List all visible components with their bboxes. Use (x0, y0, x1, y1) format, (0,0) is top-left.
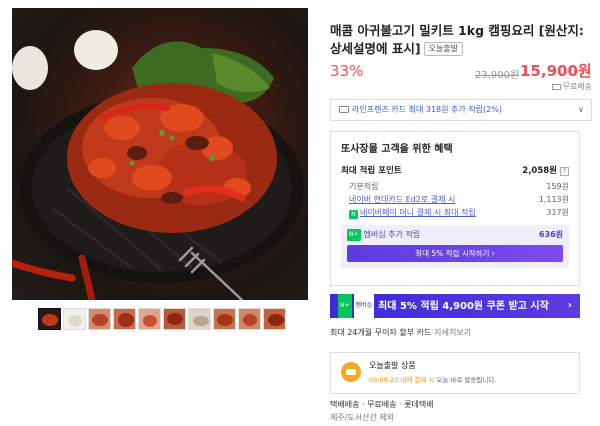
delivery-title: 오늘출발 상품 (369, 361, 416, 370)
thumbnail[interactable] (113, 308, 136, 330)
membership-box: N+ 멤버십 추가 적립 636원 최대 5% 적립 시작하기 › (341, 225, 569, 268)
countdown-time: 03:08:23 내에 결제 시 (369, 376, 435, 384)
thumbnail[interactable] (138, 308, 161, 330)
coupon-text: 최대 5% 적립 4,900원 쿠폰 받고 시작 (378, 301, 549, 312)
details-link[interactable]: 자세히보기 (434, 328, 471, 337)
original-price: 23,900원 (475, 70, 520, 81)
chevron-down-icon[interactable]: ∨ (578, 100, 584, 120)
thumbnail[interactable] (63, 308, 86, 330)
benefit-row: 네이버 현대카드 Ed2로 결제 시 1,113원 (341, 193, 569, 206)
membership-start-button[interactable]: 최대 5% 적립 시작하기 › (347, 245, 563, 262)
max-points-row: 최대 적립 포인트 2,058원? (341, 165, 569, 178)
benefit-row-value: 317원 (546, 208, 569, 217)
card-benefit-bar[interactable]: 라인프렌즈 카드 최대 318원 추가 적립(2%) ∨ (330, 99, 592, 121)
thumbnail[interactable] (213, 308, 236, 330)
membership-tag: 멤버십 (353, 294, 375, 318)
benefit-row: N 네이버페이 머니 결제 시 최대 적립 317원 (341, 206, 569, 219)
shipping-label: 무료배송 (551, 81, 592, 92)
thumbnail[interactable] (163, 308, 186, 330)
installment-info: 최대 24개월 무이자 할부 카드 자세히보기 (330, 327, 471, 338)
product-title: 매콤 아귀불고기 밀키트 1kg 캠핑요리 [원산지:상세설명에 표시] 오늘출발 (330, 22, 592, 58)
membership-coupon-banner[interactable]: N+ 멤버십 최대 5% 적립 4,900원 쿠폰 받고 시작 › (330, 294, 580, 318)
thumbnail[interactable] (263, 308, 286, 330)
max-points-value: 2,058원? (522, 165, 569, 178)
product-main-image[interactable] (12, 8, 308, 300)
thumbnail[interactable] (38, 308, 61, 330)
today-ship-chip: 오늘출발 (423, 42, 464, 56)
benefit-row-value: 1,113원 (538, 195, 569, 204)
benefit-title: 또사장몰 고객을 위한 혜택 (341, 144, 453, 155)
max-points-label: 최대 적립 포인트 (341, 166, 402, 176)
benefit-row-label: 기본적립 (349, 182, 379, 191)
thumbnail[interactable] (238, 308, 261, 330)
shipping-exclusion: 제주/도서산간 제외 (330, 413, 395, 422)
membership-label: 멤버십 추가 적립 (363, 230, 421, 239)
thumbnail-strip (38, 308, 286, 330)
shipping-method: 택배배송 · 무료배송 · 롯데택배 (330, 400, 434, 409)
naverpay-icon: N (349, 210, 358, 219)
help-icon[interactable]: ? (560, 167, 569, 176)
food-illustration (12, 30, 304, 300)
sale-price: 15,900원 (520, 62, 592, 80)
membership-badge: N+ (347, 229, 361, 241)
delivery-rest: 오늘 바로 발송됩니다. (436, 376, 497, 384)
thumbnail[interactable] (88, 308, 111, 330)
delivery-subtext: 03:08:23 내에 결제 시 오늘 바로 발송됩니다. (369, 374, 496, 384)
benefit-box: 또사장몰 고객을 위한 혜택 최대 적립 포인트 2,058원? 기본적립 15… (330, 131, 580, 286)
max-points-amount: 2,058원 (522, 166, 557, 176)
naver-plus-badge: N+ (338, 294, 352, 318)
discount-rate: 33% (330, 62, 364, 80)
benefit-row-value: 159원 (546, 182, 569, 191)
naverpay-money-link[interactable]: 네이버페이 머니 결제 시 최대 적립 (360, 208, 476, 217)
thumbnail[interactable] (188, 308, 211, 330)
card-benefit-text: 라인프렌즈 카드 최대 318원 추가 적립(2%) (352, 105, 502, 114)
hyundai-card-link[interactable]: 네이버 현대카드 Ed2로 결제 시 (349, 195, 455, 204)
delivery-truck-icon (341, 362, 361, 382)
installment-text: 최대 24개월 무이자 할부 카드 (330, 328, 432, 337)
membership-value: 636원 (538, 230, 563, 239)
shipping-text: 무료배송 (562, 82, 592, 91)
benefit-row: 기본적립 159원 (341, 180, 569, 193)
chevron-right-icon: › (567, 300, 572, 311)
credit-card-icon (339, 106, 349, 113)
today-delivery-box: 오늘출발 상품 03:08:23 내에 결제 시 오늘 바로 발송됩니다. (330, 352, 580, 394)
truck-icon (551, 84, 561, 90)
membership-row: N+ 멤버십 추가 적립 636원 (347, 229, 563, 241)
